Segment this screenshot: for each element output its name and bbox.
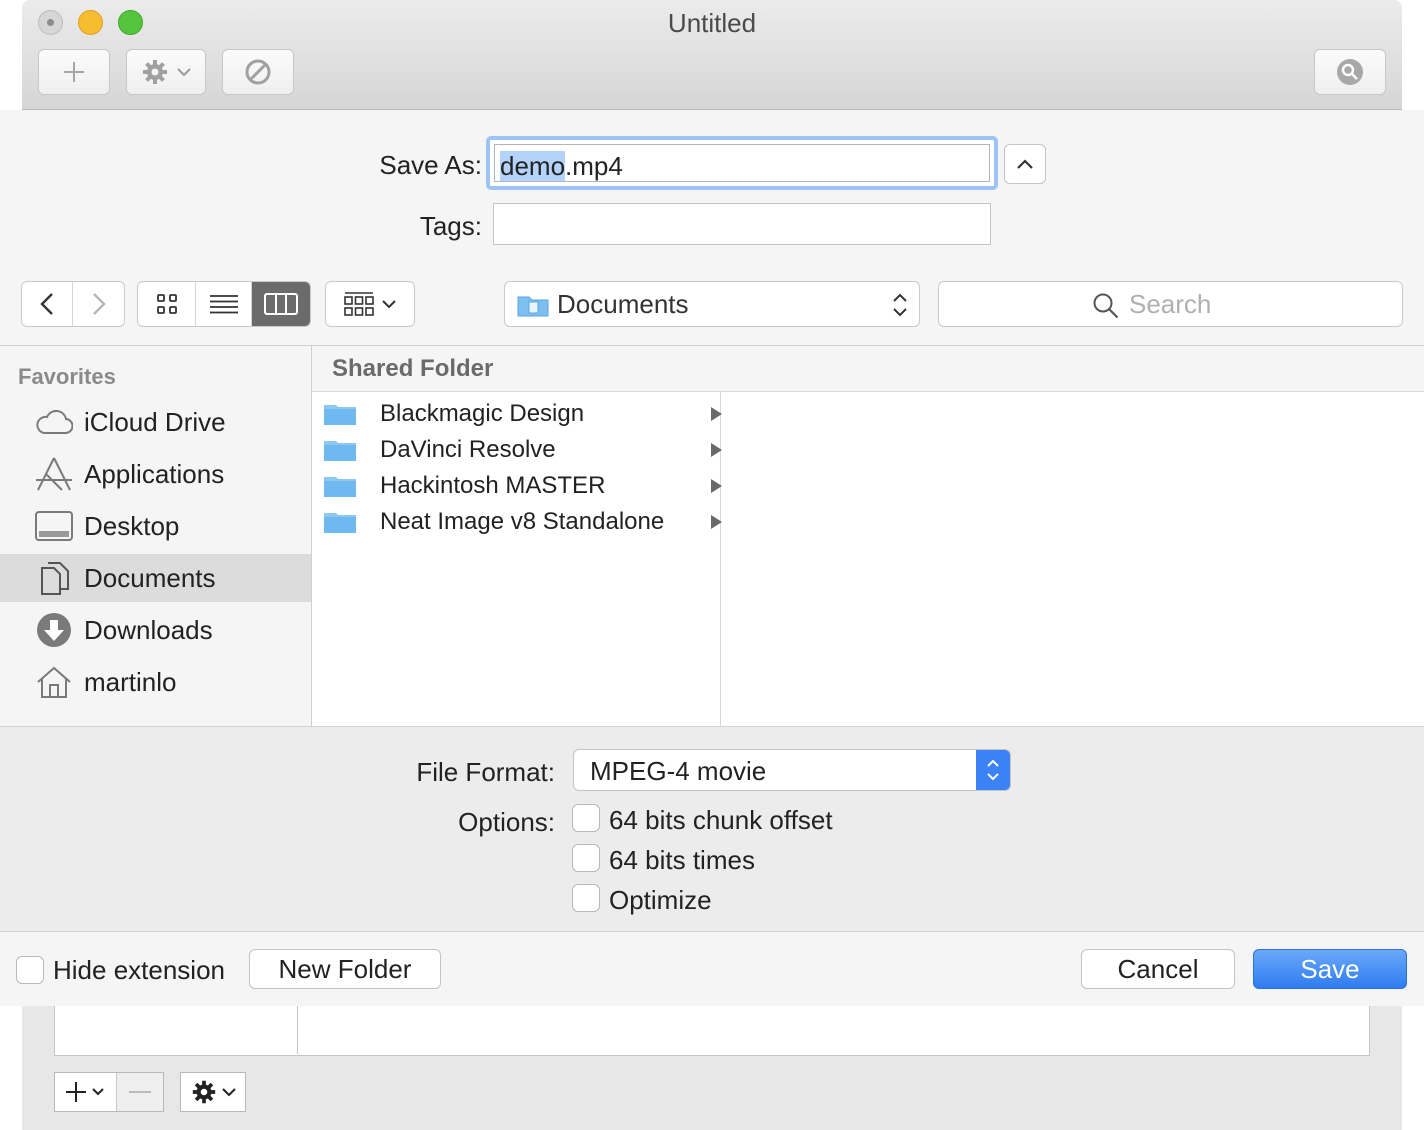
chevron-right-icon <box>92 293 106 315</box>
icon-view-icon <box>156 294 177 314</box>
disclosure-arrow-icon <box>711 479 722 493</box>
save-as-selected-text: demo <box>500 151 566 181</box>
chevron-down-icon <box>177 68 191 77</box>
minus-icon <box>129 1091 151 1093</box>
list-view-button[interactable] <box>196 282 252 326</box>
shared-folder-label: Shared Folder <box>332 355 494 382</box>
sidebar-item-martinlo[interactable]: martinlo <box>0 658 311 706</box>
file-format-popup[interactable]: MPEG-4 movie <box>573 749 1011 791</box>
arrange-grid-icon <box>344 292 374 316</box>
search-icon <box>1093 293 1119 319</box>
tags-field[interactable] <box>493 203 991 245</box>
column-view-button[interactable] <box>251 282 310 326</box>
hide-extension-checkbox[interactable] <box>16 956 44 984</box>
file-format-value: MPEG-4 movie <box>590 756 767 786</box>
chevron-down-icon <box>222 1088 236 1097</box>
forward-button[interactable] <box>73 282 124 326</box>
action-menu-button[interactable] <box>126 49 206 95</box>
chevron-left-icon <box>40 293 53 315</box>
gear-icon <box>143 60 167 84</box>
cloud-icon <box>34 402 74 442</box>
disclosure-arrow-icon <box>711 443 722 457</box>
location-popup[interactable]: Documents <box>504 281 920 327</box>
arrange-menu-button[interactable] <box>325 281 415 327</box>
save-button[interactable]: Save <box>1253 949 1407 989</box>
search-icon <box>1337 59 1363 85</box>
folder-icon <box>324 441 356 461</box>
option-64bit-chunk-offset-label: 64 bits chunk offset <box>609 805 833 835</box>
downloads-icon <box>34 610 74 650</box>
add-button[interactable] <box>38 49 110 95</box>
search-placeholder: Search <box>1129 289 1212 319</box>
hide-extension-label: Hide extension <box>53 955 225 985</box>
collapse-button[interactable] <box>1004 144 1046 184</box>
plus-icon <box>65 1082 104 1102</box>
disclosure-arrow-icon <box>711 515 722 529</box>
stop-button[interactable] <box>222 49 294 95</box>
home-icon <box>34 662 74 702</box>
location-label: Documents <box>557 289 689 319</box>
plus-icon <box>64 62 84 82</box>
accessory-panel: File Format: MPEG-4 movie Options: 64 bi… <box>0 726 1424 932</box>
documents-folder-icon <box>517 296 549 317</box>
list-item[interactable]: Hackintosh MASTER <box>324 468 722 504</box>
list-item[interactable]: Blackmagic Design <box>324 396 722 432</box>
documents-icon <box>34 558 74 598</box>
file-format-label: File Format: <box>416 757 555 787</box>
sidebar-item-downloads[interactable]: Downloads <box>0 606 311 654</box>
popup-arrows <box>976 750 1010 790</box>
list-item[interactable]: Neat Image v8 Standalone <box>324 504 722 540</box>
option-optimize-checkbox[interactable] <box>572 884 600 912</box>
column-header: Shared Folder <box>312 346 1424 392</box>
desktop-icon <box>34 506 74 546</box>
view-mode-control <box>137 281 311 327</box>
column-view-icon <box>263 293 298 315</box>
sidebar-heading: Favorites <box>18 364 116 389</box>
sidebar-item-icloud-drive[interactable]: iCloud Drive <box>0 398 311 446</box>
parent-list-area <box>54 1006 1370 1056</box>
list-view-icon <box>209 295 238 314</box>
sidebar: Favorites iCloud Drive Applications Desk… <box>0 346 311 726</box>
parent-add-remove-control <box>54 1072 164 1112</box>
up-down-chevron-icon <box>893 293 907 317</box>
option-64bit-chunk-offset-checkbox[interactable] <box>572 804 600 832</box>
window-title: Untitled <box>667 8 757 38</box>
parent-gear-menu-button[interactable] <box>180 1072 246 1112</box>
tags-label: Tags: <box>419 211 482 241</box>
parent-remove-button[interactable] <box>117 1073 163 1111</box>
search-field[interactable]: Search <box>938 281 1403 327</box>
up-down-chevron-icon <box>987 759 999 781</box>
sidebar-item-desktop[interactable]: Desktop <box>0 502 311 550</box>
option-64bit-times-label: 64 bits times <box>609 845 755 875</box>
back-button[interactable] <box>22 282 74 326</box>
new-folder-button[interactable]: New Folder <box>249 949 441 989</box>
folder-icon <box>324 405 356 425</box>
icon-view-button[interactable] <box>138 282 197 326</box>
save-as-field[interactable]: demo.mp4 <box>486 136 998 190</box>
options-label: Options: <box>458 807 555 837</box>
list-item[interactable]: DaVinci Resolve <box>324 432 722 468</box>
bottom-bar: Hide extension New Folder Cancel Save <box>0 932 1424 1006</box>
option-optimize-label: Optimize <box>609 885 712 915</box>
prohibited-icon <box>245 59 271 85</box>
parent-add-button[interactable] <box>55 1073 117 1111</box>
folder-icon <box>324 477 356 497</box>
save-as-label: Save As: <box>379 150 482 180</box>
disclosure-arrow-icon <box>711 407 722 421</box>
folder-icon <box>324 513 356 533</box>
save-sheet: Save As: demo.mp4 Tags: Documents Search… <box>0 110 1424 1006</box>
sidebar-item-documents[interactable]: Documents <box>0 554 311 602</box>
sidebar-item-applications[interactable]: Applications <box>0 450 311 498</box>
column-browser: Shared Folder Blackmagic Design DaVinci … <box>311 346 1424 726</box>
applications-icon <box>34 454 74 494</box>
chevron-down-icon <box>382 300 396 309</box>
back-forward-control <box>21 281 125 327</box>
option-64bit-times-checkbox[interactable] <box>572 844 600 872</box>
cancel-button[interactable]: Cancel <box>1081 949 1235 989</box>
save-as-extension-text: .mp4 <box>565 151 623 181</box>
chevron-up-icon <box>1017 159 1033 169</box>
parent-titlebar: Untitled <box>22 0 1402 110</box>
gear-icon <box>192 1080 216 1104</box>
search-toolbar-button[interactable] <box>1314 49 1386 95</box>
